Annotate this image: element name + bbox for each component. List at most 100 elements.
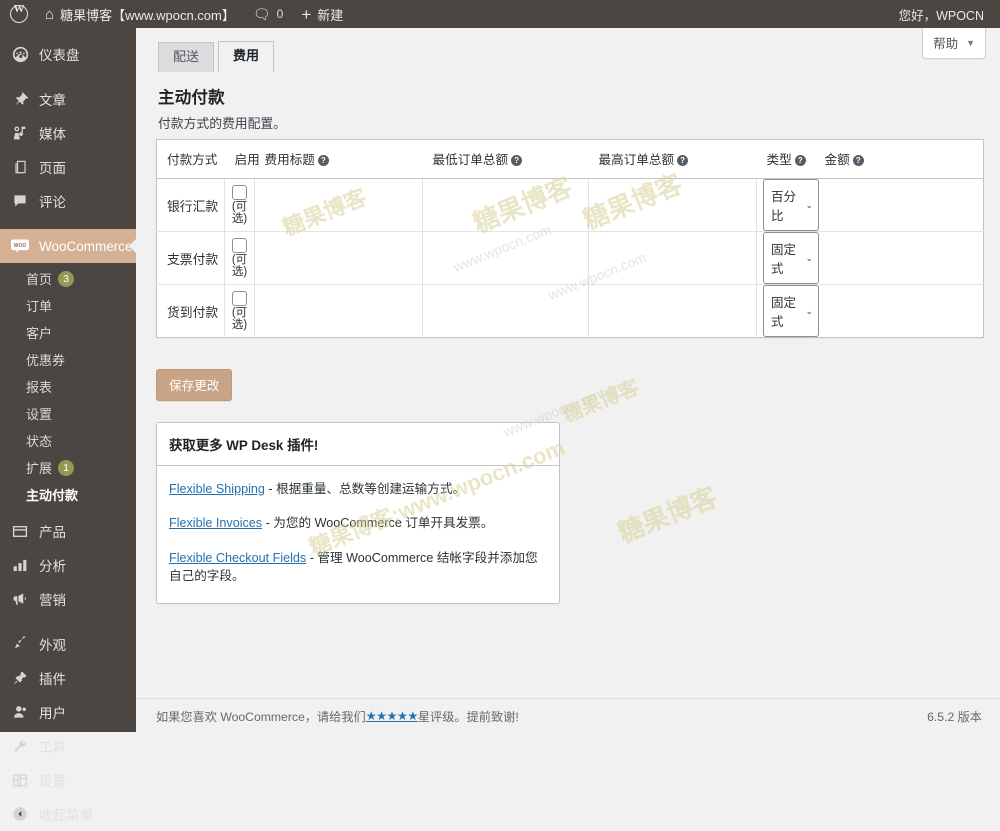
sidebar-item-posts[interactable]: 文章 <box>0 82 136 116</box>
sidebar-item-tools[interactable]: 工具 <box>0 729 136 763</box>
user-icon <box>10 702 30 722</box>
sidebar-subitem-active-payments[interactable]: 主动付款 <box>0 481 136 508</box>
promo-link-flexible-invoices[interactable]: Flexible Invoices <box>169 516 262 530</box>
plug-icon <box>10 668 30 688</box>
sidebar-subitem-label: 优惠券 <box>26 353 66 368</box>
sidebar-subitem-orders[interactable]: 订单 <box>0 292 136 319</box>
sidebar-subitem-status[interactable]: 状态 <box>0 427 136 454</box>
sidebar-item-media[interactable]: 媒体 <box>0 116 136 150</box>
sidebar-subitem-label: 首页 <box>26 272 53 287</box>
cell-min-order-total[interactable] <box>422 231 589 285</box>
media-icon <box>10 123 30 143</box>
sidebar-subitem-badge: 3 <box>58 270 75 287</box>
cell-min-order-total[interactable] <box>422 284 589 338</box>
promo-link-description: - 根据重量、总数等创建运输方式。 <box>264 482 466 496</box>
type-select[interactable]: 固定式 ⌄ <box>763 285 819 337</box>
sidebar-subitem-label: 客户 <box>26 326 53 341</box>
help-tip-icon[interactable]: ? <box>852 155 864 166</box>
account-menu-button[interactable]: 您好，WPOCN <box>890 0 1000 28</box>
sidebar-item-label: 外观 <box>39 638 66 653</box>
rating-stars-link[interactable]: ★★★★★ <box>366 709 419 723</box>
sidebar-subitem-extensions[interactable]: 扩展 1 <box>0 454 136 481</box>
sidebar-item-woocommerce[interactable]: WOO WooCommerce <box>0 229 136 263</box>
menu-top-gap <box>0 28 136 37</box>
help-button-label: 帮助 <box>933 37 959 51</box>
type-select[interactable]: 固定式 ⌄ <box>763 232 819 284</box>
cell-min-order-total[interactable] <box>422 178 589 232</box>
collapse-arrow-icon <box>10 804 30 824</box>
cell-max-order-total[interactable] <box>588 231 757 285</box>
sidebar-subitem-customers[interactable]: 客户 <box>0 319 136 346</box>
pin-icon <box>10 89 30 109</box>
promo-link-description: - 为您的 WooCommerce 订单开具发票。 <box>262 516 494 531</box>
promo-row: Flexible Checkout Fields - 管理 WooCommerc… <box>169 549 547 586</box>
sidebar-item-label: 页面 <box>39 161 66 176</box>
cell-payment-method: 货到付款 <box>156 284 225 338</box>
sidebar-item-marketing[interactable]: 营销 <box>0 582 136 616</box>
save-changes-button[interactable]: 保存更改 <box>156 369 233 401</box>
help-toggle-button[interactable]: 帮助 ▼ <box>922 28 986 59</box>
help-tip-icon[interactable]: ? <box>511 155 523 166</box>
woocommerce-submenu: 首页 3 订单 客户 优惠券 报表 设置 状态 扩展 1 主动付款 <box>0 263 136 514</box>
enable-checkbox[interactable] <box>232 237 247 253</box>
sidebar-item-label: 设置 <box>39 774 66 789</box>
promo-link-flexible-checkout-fields[interactable]: Flexible Checkout Fields <box>169 551 306 565</box>
enable-checkbox-wrap[interactable]: (可选) <box>225 290 254 331</box>
sidebar-item-label: 产品 <box>39 525 66 540</box>
cell-amount[interactable] <box>814 178 984 232</box>
sidebar-subitem-home[interactable]: 首页 3 <box>0 265 136 292</box>
menu-separator-2 <box>0 218 136 229</box>
new-content-button[interactable]: + 新建 <box>292 0 352 28</box>
sidebar-item-pages[interactable]: 页面 <box>0 150 136 184</box>
wordpress-logo-button[interactable] <box>0 0 36 28</box>
sidebar-subitem-label: 设置 <box>26 407 53 422</box>
sidebar-item-plugins[interactable]: 插件 <box>0 661 136 695</box>
help-tip-icon[interactable]: ? <box>317 155 329 166</box>
table-head: 付款方式 启用 费用标题? 最低订单总额? 最高订单总额? 类型? 金额 ? <box>156 139 984 179</box>
cell-amount[interactable] <box>815 285 984 338</box>
cell-fee-title[interactable] <box>254 231 423 285</box>
sidebar-subitem-settings[interactable]: 设置 <box>0 400 136 427</box>
sidebar-item-settings[interactable]: 设置 <box>0 763 136 797</box>
sidebar-item-appearance[interactable]: 外观 <box>0 627 136 661</box>
help-tip-icon[interactable]: ? <box>794 155 806 166</box>
enable-checkbox[interactable] <box>232 184 247 200</box>
sidebar-subitem-coupons[interactable]: 优惠券 <box>0 346 136 373</box>
cell-amount[interactable] <box>814 231 984 285</box>
type-select-value: 百分比 <box>771 190 797 223</box>
sidebar-item-label: 媒体 <box>39 127 66 142</box>
sidebar-item-label: 分析 <box>39 559 66 574</box>
comments-bubble-button[interactable]: 🗨 0 <box>244 0 292 28</box>
sidebar-item-label: 评论 <box>39 195 66 210</box>
sidebar-item-users[interactable]: 用户 <box>0 695 136 729</box>
enable-checkbox[interactable] <box>232 290 247 306</box>
cell-max-order-total[interactable] <box>588 284 757 338</box>
cell-fee-title[interactable] <box>254 178 423 232</box>
svg-text:WOO: WOO <box>14 243 27 249</box>
tab-shipping[interactable]: 配送 <box>158 42 215 72</box>
promo-link-flexible-shipping[interactable]: Flexible Shipping <box>169 482 265 496</box>
column-header-max-order-total: 最高订单总额? <box>588 139 757 179</box>
cell-type: 固定式 ⌄ <box>756 231 819 285</box>
type-select[interactable]: 百分比 ⌄ <box>763 179 819 231</box>
woocommerce-icon: WOO <box>10 236 30 256</box>
sidebar-item-products[interactable]: 产品 <box>0 514 136 548</box>
tab-fees[interactable]: 费用 <box>218 41 275 73</box>
cell-fee-title[interactable] <box>254 284 423 338</box>
sidebar-subitem-reports[interactable]: 报表 <box>0 373 136 400</box>
sidebar-item-analytics[interactable]: 分析 <box>0 548 136 582</box>
column-header-label: 费用标题 <box>264 153 315 167</box>
column-header-label: 最低订单总额 <box>432 153 509 167</box>
chevron-down-icon: ⌄ <box>805 305 813 316</box>
sidebar-item-dashboard[interactable]: 仪表盘 <box>0 37 136 71</box>
sidebar-item-collapse-menu[interactable]: 收起菜单 <box>0 797 136 831</box>
enable-checkbox-wrap[interactable]: (可选) <box>225 184 254 225</box>
sidebar-item-comments[interactable]: 评论 <box>0 184 136 218</box>
cell-max-order-total[interactable] <box>588 178 757 232</box>
page-icon <box>10 157 30 177</box>
sidebar-item-label: 收起菜单 <box>39 808 93 823</box>
table-row: 银行汇款 (可选) 百分比 ⌄ <box>156 178 984 232</box>
help-tip-icon[interactable]: ? <box>677 155 689 166</box>
site-name-button[interactable]: ⌂ 糖果博客【www.wpocn.com】 <box>36 0 244 28</box>
enable-checkbox-wrap[interactable]: (可选) <box>225 237 254 278</box>
